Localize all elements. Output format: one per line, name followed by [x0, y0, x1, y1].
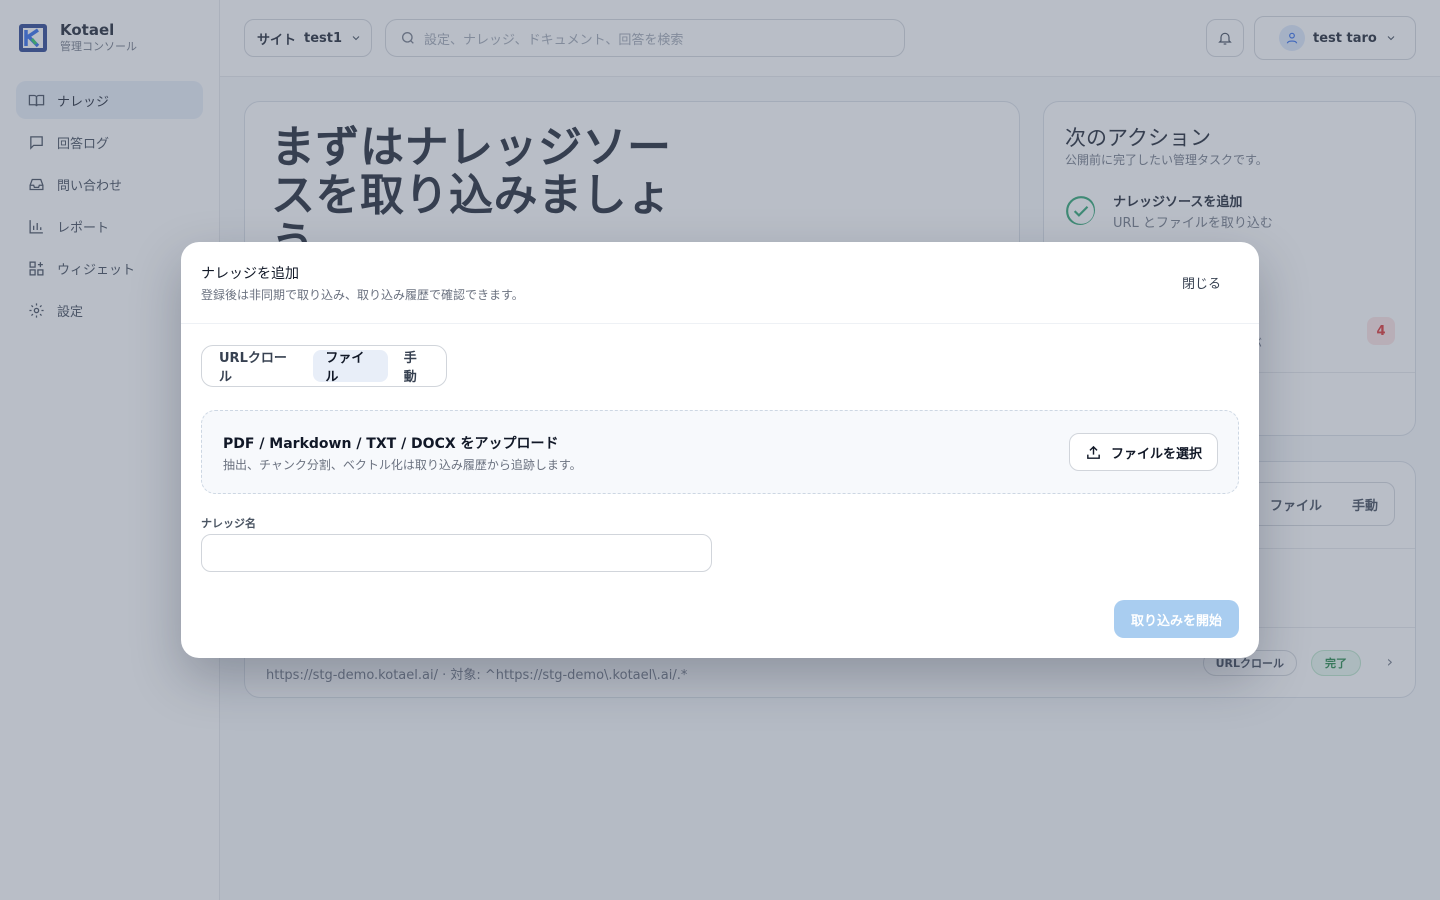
choose-file-label: ファイルを選択	[1110, 446, 1202, 462]
close-button[interactable]: 閉じる	[1182, 273, 1221, 292]
tab-file[interactable]: ファイル	[313, 350, 388, 385]
upload-subtitle: 抽出、チャンク分割、ベクトル化は取り込み履歴から追跡します。	[223, 458, 582, 472]
modal-title: ナレッジを追加	[201, 266, 299, 282]
tab-manual[interactable]: 手動	[392, 350, 441, 385]
modal-header: ナレッジを追加 登録後は非同期で取り込み、取り込み履歴で確認できます。 閉じる	[181, 242, 1259, 324]
modal-subtitle: 登録後は非同期で取り込み、取り込み履歴で確認できます。	[201, 288, 524, 302]
add-knowledge-modal: ナレッジを追加 登録後は非同期で取り込み、取り込み履歴で確認できます。 閉じる …	[181, 242, 1259, 658]
file-drop-zone[interactable]: PDF / Markdown / TXT / DOCX をアップロード 抽出、チ…	[201, 410, 1239, 494]
source-type-segmented-control: URLクロール ファイル 手動	[201, 345, 447, 387]
knowledge-name-label: ナレッジ名	[201, 517, 256, 530]
knowledge-name-input[interactable]	[201, 534, 712, 572]
upload-icon	[1087, 445, 1100, 459]
choose-file-button[interactable]: ファイルを選択	[1069, 433, 1218, 471]
start-import-button[interactable]: 取り込みを開始	[1114, 600, 1239, 638]
tab-url-crawl[interactable]: URLクロール	[207, 350, 309, 385]
upload-title: PDF / Markdown / TXT / DOCX をアップロード	[223, 436, 559, 452]
